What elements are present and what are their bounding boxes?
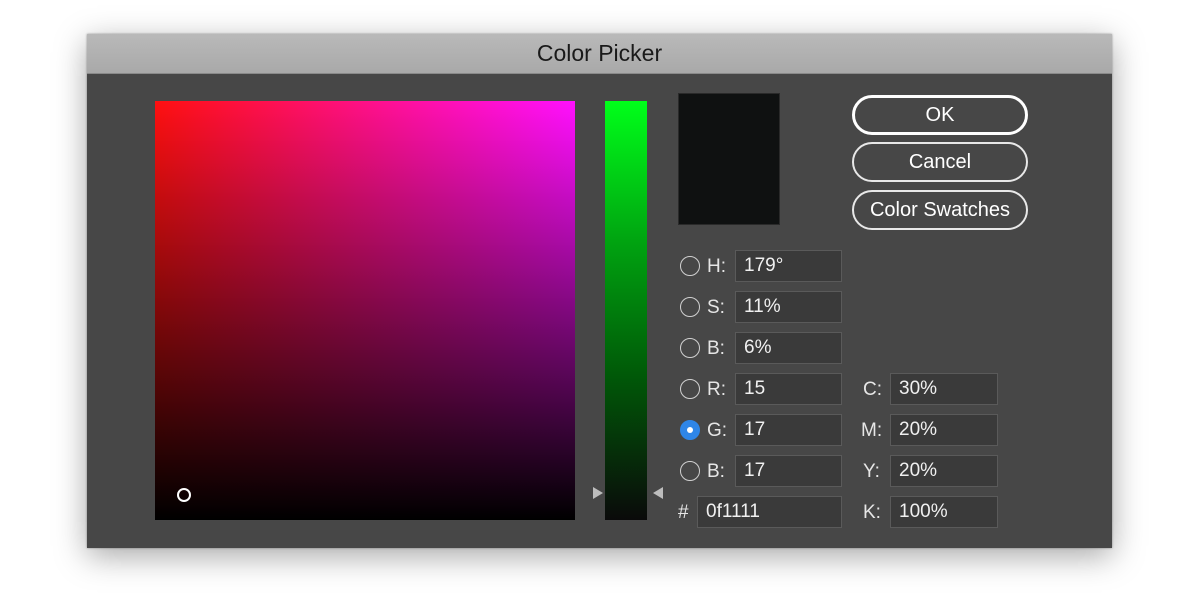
color-picker-dialog: Color Picker OK Cancel Color Swatches H:… bbox=[87, 34, 1112, 548]
radio-r[interactable] bbox=[680, 379, 700, 399]
r-label: R: bbox=[707, 379, 726, 400]
m-label: M: bbox=[861, 420, 883, 441]
blue-input[interactable]: 17 bbox=[735, 455, 842, 487]
window-title: Color Picker bbox=[536, 40, 663, 66]
current-color-swatch bbox=[678, 93, 780, 225]
k-input[interactable]: 100% bbox=[890, 496, 998, 528]
color-field[interactable] bbox=[155, 101, 575, 520]
hex-input[interactable]: 0f1111 bbox=[697, 496, 842, 528]
channel-slider[interactable] bbox=[605, 101, 647, 520]
cancel-button[interactable]: Cancel bbox=[852, 142, 1028, 182]
slider-handle-right-icon[interactable] bbox=[653, 487, 663, 499]
s-input[interactable]: 11% bbox=[735, 291, 842, 323]
g-label: G: bbox=[707, 420, 728, 441]
h-input[interactable]: 179° bbox=[735, 250, 842, 282]
m-input[interactable]: 20% bbox=[890, 414, 998, 446]
radio-h[interactable] bbox=[680, 256, 700, 276]
c-label: C: bbox=[863, 379, 882, 400]
hex-label: # bbox=[678, 502, 689, 523]
radio-g[interactable] bbox=[680, 420, 700, 440]
blue-label: B: bbox=[707, 461, 725, 482]
radio-blue[interactable] bbox=[680, 461, 700, 481]
brightness-input[interactable]: 6% bbox=[735, 332, 842, 364]
ok-button[interactable]: OK bbox=[852, 95, 1028, 135]
c-input[interactable]: 30% bbox=[890, 373, 998, 405]
brightness-label: B: bbox=[707, 338, 725, 359]
title-bar: Color Picker bbox=[87, 34, 1112, 74]
color-swatches-button[interactable]: Color Swatches bbox=[852, 190, 1028, 230]
radio-s[interactable] bbox=[680, 297, 700, 317]
y-input[interactable]: 20% bbox=[890, 455, 998, 487]
color-field-cursor[interactable] bbox=[177, 488, 191, 502]
h-label: H: bbox=[707, 256, 726, 277]
k-label: K: bbox=[863, 502, 881, 523]
g-input[interactable]: 17 bbox=[735, 414, 842, 446]
slider-handle-left-icon[interactable] bbox=[593, 487, 603, 499]
r-input[interactable]: 15 bbox=[735, 373, 842, 405]
radio-brightness[interactable] bbox=[680, 338, 700, 358]
s-label: S: bbox=[707, 297, 725, 318]
y-label: Y: bbox=[863, 461, 880, 482]
